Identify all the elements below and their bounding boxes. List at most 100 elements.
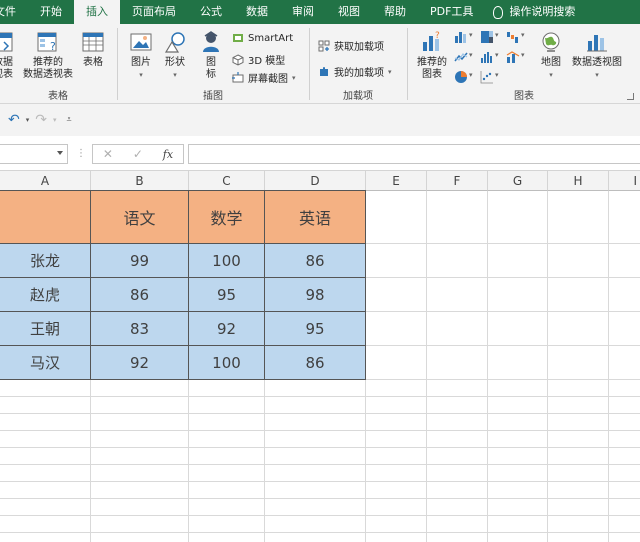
- chevron-down-icon[interactable]: ▾: [469, 31, 473, 39]
- tab-formulas[interactable]: 公式: [188, 0, 234, 24]
- column-header-f[interactable]: F: [427, 171, 488, 191]
- chevron-down-icon: ▾: [549, 71, 553, 79]
- my-addins-button[interactable]: 我的加载项 ▾: [318, 64, 392, 79]
- formula-buttons: ✕ ✓ fx: [92, 144, 184, 164]
- scatter-chart-icon[interactable]: [480, 70, 494, 84]
- tab-pdf-tools[interactable]: PDF工具: [418, 0, 485, 24]
- table-button[interactable]: 表格: [78, 30, 108, 69]
- group-charts: ? 推荐的 图表 ▾ ▾ ▾ ▾ ▾ ▾ ▾ ▾ 地图 ▾ 数据透视图 ▾ 图表: [408, 24, 640, 104]
- recommended-charts-label-2: 图表: [422, 69, 442, 80]
- chevron-down-icon[interactable]: ▾: [53, 116, 57, 124]
- tab-review[interactable]: 审阅: [280, 0, 326, 24]
- table-cell[interactable]: 赵虎: [0, 278, 91, 312]
- table-cell[interactable]: 86: [265, 346, 366, 380]
- chevron-down-icon[interactable]: ▾: [495, 51, 499, 59]
- column-header-g[interactable]: G: [488, 171, 548, 191]
- tab-view[interactable]: 视图: [326, 0, 372, 24]
- cube-icon: [232, 53, 244, 66]
- column-header-i[interactable]: I: [609, 171, 640, 191]
- insert-function-icon[interactable]: fx: [163, 148, 173, 161]
- table-cell[interactable]: 马汉: [0, 346, 91, 380]
- chevron-down-icon[interactable]: ▾: [521, 31, 525, 39]
- chevron-down-icon[interactable]: [57, 151, 63, 155]
- column-header-c[interactable]: C: [189, 171, 265, 191]
- maps-button[interactable]: 地图 ▾: [536, 30, 566, 81]
- table-cell[interactable]: 100: [189, 346, 265, 380]
- name-box[interactable]: [0, 144, 68, 164]
- tab-home[interactable]: 开始: [28, 0, 74, 24]
- table-cell[interactable]: 张龙: [0, 244, 91, 278]
- pivot-table-button[interactable]: 数据 视表: [0, 30, 18, 81]
- tab-page-layout[interactable]: 页面布局: [120, 0, 188, 24]
- customize-qat-icon[interactable]: ⩡: [67, 115, 72, 125]
- tab-insert[interactable]: 插入: [74, 0, 120, 24]
- table-cell[interactable]: 83: [91, 312, 189, 346]
- table-cell[interactable]: 王朝: [0, 312, 91, 346]
- column-chart-icon[interactable]: [454, 30, 468, 44]
- undo-icon[interactable]: ↶: [8, 112, 20, 128]
- table-header-cell[interactable]: 语文: [91, 191, 189, 244]
- chevron-down-icon: ▾: [595, 71, 599, 79]
- column-header-b[interactable]: B: [91, 171, 189, 191]
- table-header-cell[interactable]: 数学: [189, 191, 265, 244]
- enter-icon[interactable]: ✓: [133, 147, 143, 161]
- chevron-down-icon[interactable]: ▾: [495, 31, 499, 39]
- tab-data[interactable]: 数据: [234, 0, 280, 24]
- tab-file[interactable]: 文件: [0, 0, 28, 24]
- chevron-down-icon[interactable]: ▾: [521, 51, 525, 59]
- table-cell[interactable]: 92: [189, 312, 265, 346]
- hierarchy-chart-icon[interactable]: [480, 30, 494, 44]
- get-addins-button[interactable]: 获取加载项: [318, 38, 384, 53]
- pictures-button[interactable]: 图片 ▾: [126, 30, 156, 81]
- dialog-launcher-icon[interactable]: [627, 93, 634, 100]
- cancel-icon[interactable]: ✕: [103, 147, 113, 161]
- pie-chart-icon[interactable]: [454, 70, 468, 84]
- chevron-down-icon[interactable]: ▾: [469, 51, 473, 59]
- table-cell[interactable]: 100: [189, 244, 265, 278]
- svg-text:?: ?: [50, 40, 56, 53]
- combo-chart-icon[interactable]: [506, 50, 520, 64]
- stat-chart-icon[interactable]: [480, 50, 494, 64]
- screenshot-button[interactable]: 屏幕截图 ▾: [232, 70, 296, 85]
- table-cell[interactable]: 86: [265, 244, 366, 278]
- table-header-cell[interactable]: [0, 191, 91, 244]
- column-header-a[interactable]: A: [0, 171, 91, 191]
- pictures-label: 图片: [131, 57, 151, 68]
- shapes-button[interactable]: 形状 ▾: [160, 30, 190, 81]
- chevron-down-icon[interactable]: ▾: [26, 116, 30, 124]
- icons-label-2: 标: [206, 69, 216, 80]
- 3d-models-button[interactable]: 3D 模型: [232, 52, 285, 67]
- formula-input[interactable]: [188, 144, 640, 164]
- column-header-h[interactable]: H: [548, 171, 609, 191]
- get-addins-label: 获取加载项: [334, 42, 384, 53]
- chevron-down-icon[interactable]: ▾: [469, 71, 473, 79]
- table-cell[interactable]: 98: [265, 278, 366, 312]
- pivotchart-button[interactable]: 数据透视图 ▾: [568, 30, 626, 81]
- table-cell[interactable]: 95: [265, 312, 366, 346]
- tell-me-search[interactable]: 操作说明搜索: [485, 0, 587, 24]
- worksheet-grid[interactable]: A B C D E F G H I 语文 数学 英语 张龙 99 100 86 …: [0, 171, 640, 542]
- recommended-pivot-label-1: 推荐的: [33, 57, 63, 68]
- waterfall-chart-icon[interactable]: [506, 30, 520, 44]
- shapes-label: 形状: [165, 57, 185, 68]
- tab-help[interactable]: 帮助: [372, 0, 418, 24]
- icons-button[interactable]: 图 标: [196, 30, 226, 81]
- shapes-icon: [164, 32, 185, 53]
- table-cell[interactable]: 92: [91, 346, 189, 380]
- table-header-cell[interactable]: 英语: [265, 191, 366, 244]
- line-chart-icon[interactable]: [454, 50, 468, 64]
- table-cell[interactable]: 99: [91, 244, 189, 278]
- redo-icon[interactable]: ↷: [35, 112, 47, 128]
- column-header-e[interactable]: E: [366, 171, 427, 191]
- column-header-d[interactable]: D: [265, 171, 366, 191]
- recommended-charts-button[interactable]: ? 推荐的 图表: [414, 30, 450, 81]
- table-cell[interactable]: 86: [91, 278, 189, 312]
- chevron-down-icon: ▾: [139, 71, 143, 79]
- table-cell[interactable]: 95: [189, 278, 265, 312]
- table-icon: [82, 32, 104, 52]
- icons-label-1: 图: [206, 57, 216, 68]
- drag-handle-icon[interactable]: ⋮: [76, 148, 86, 159]
- recommended-pivot-button[interactable]: ? 推荐的 数据透视表: [20, 30, 76, 81]
- smartart-button[interactable]: SmartArt: [232, 32, 293, 44]
- chevron-down-icon[interactable]: ▾: [495, 71, 499, 79]
